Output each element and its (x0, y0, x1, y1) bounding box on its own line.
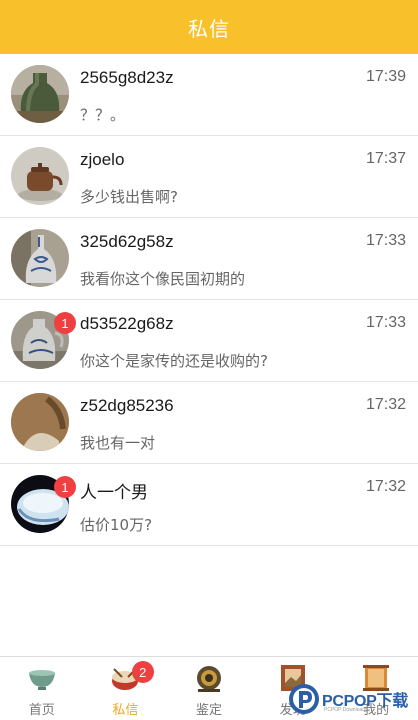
message-preview: 估价10万? (80, 516, 153, 534)
bronze-vase-avatar (11, 393, 69, 451)
green-vase-avatar (11, 65, 69, 123)
nav-label: 首页 (28, 703, 55, 718)
teapot-avatar (11, 147, 69, 205)
nav-label: 私信 (112, 703, 139, 718)
message-time: 17:33 (365, 314, 406, 331)
blue-white-vase-avatar (11, 229, 69, 287)
unread-badge: 1 (54, 312, 76, 334)
message-time: 17:32 (365, 478, 406, 495)
message-item[interactable]: zjoelo 17:37 多少钱出售啊? (0, 136, 418, 218)
nav-badge: 2 (131, 661, 154, 683)
top-bar: 私信 (0, 0, 418, 54)
contact-name: d53522g68z (80, 314, 174, 333)
message-item[interactable]: 1 d53522g68z 17:33 你这个是家传的还是收购的? (0, 300, 418, 382)
message-time: 17:33 (365, 232, 406, 249)
pcpop-logo-icon (288, 683, 320, 715)
watermark: PCPOP下载 PCPOP Downloads (288, 680, 416, 718)
contact-name: zjoelo (80, 150, 125, 169)
message-item[interactable]: 325d62g58z 17:33 我看你这个像民国初期的 (0, 218, 418, 300)
nav-label: 鉴定 (195, 703, 222, 718)
message-item[interactable]: z52dg85236 17:32 我也有一对 (0, 382, 418, 464)
message-preview: 你这个是家传的还是收购的? (80, 352, 268, 370)
incense-burner-icon (192, 661, 226, 695)
nav-item-home[interactable]: 首页 (0, 657, 84, 720)
message-preview: ？？。 (80, 106, 126, 124)
contact-name: 人一个男 (80, 483, 148, 502)
nav-item-messages[interactable]: 2 私信 (84, 657, 168, 720)
celadon-bowl-icon (25, 661, 59, 695)
message-time: 17:39 (365, 68, 406, 85)
message-time: 17:37 (365, 150, 406, 167)
message-item[interactable]: 2565g8d23z 17:39 ？？。 (0, 54, 418, 136)
message-item[interactable]: 1 人一个男 17:32 估价10万? (0, 464, 418, 546)
nav-item-appraisal[interactable]: 鉴定 (167, 657, 251, 720)
message-list: 2565g8d23z 17:39 ？？。 zjoelo 17:37 多少钱出售啊… (0, 54, 418, 546)
message-preview: 我看你这个像民国初期的 (80, 270, 246, 288)
message-preview: 我也有一对 (80, 434, 156, 452)
contact-name: 325d62g58z (80, 232, 174, 251)
message-time: 17:32 (365, 396, 406, 413)
unread-badge: 1 (54, 476, 76, 498)
message-preview: 多少钱出售啊? (80, 188, 178, 206)
page-title: 私信 (188, 16, 230, 41)
watermark-subtext: PCPOP Downloads (324, 707, 368, 713)
contact-name: z52dg85236 (80, 396, 174, 415)
contact-name: 2565g8d23z (80, 68, 174, 87)
